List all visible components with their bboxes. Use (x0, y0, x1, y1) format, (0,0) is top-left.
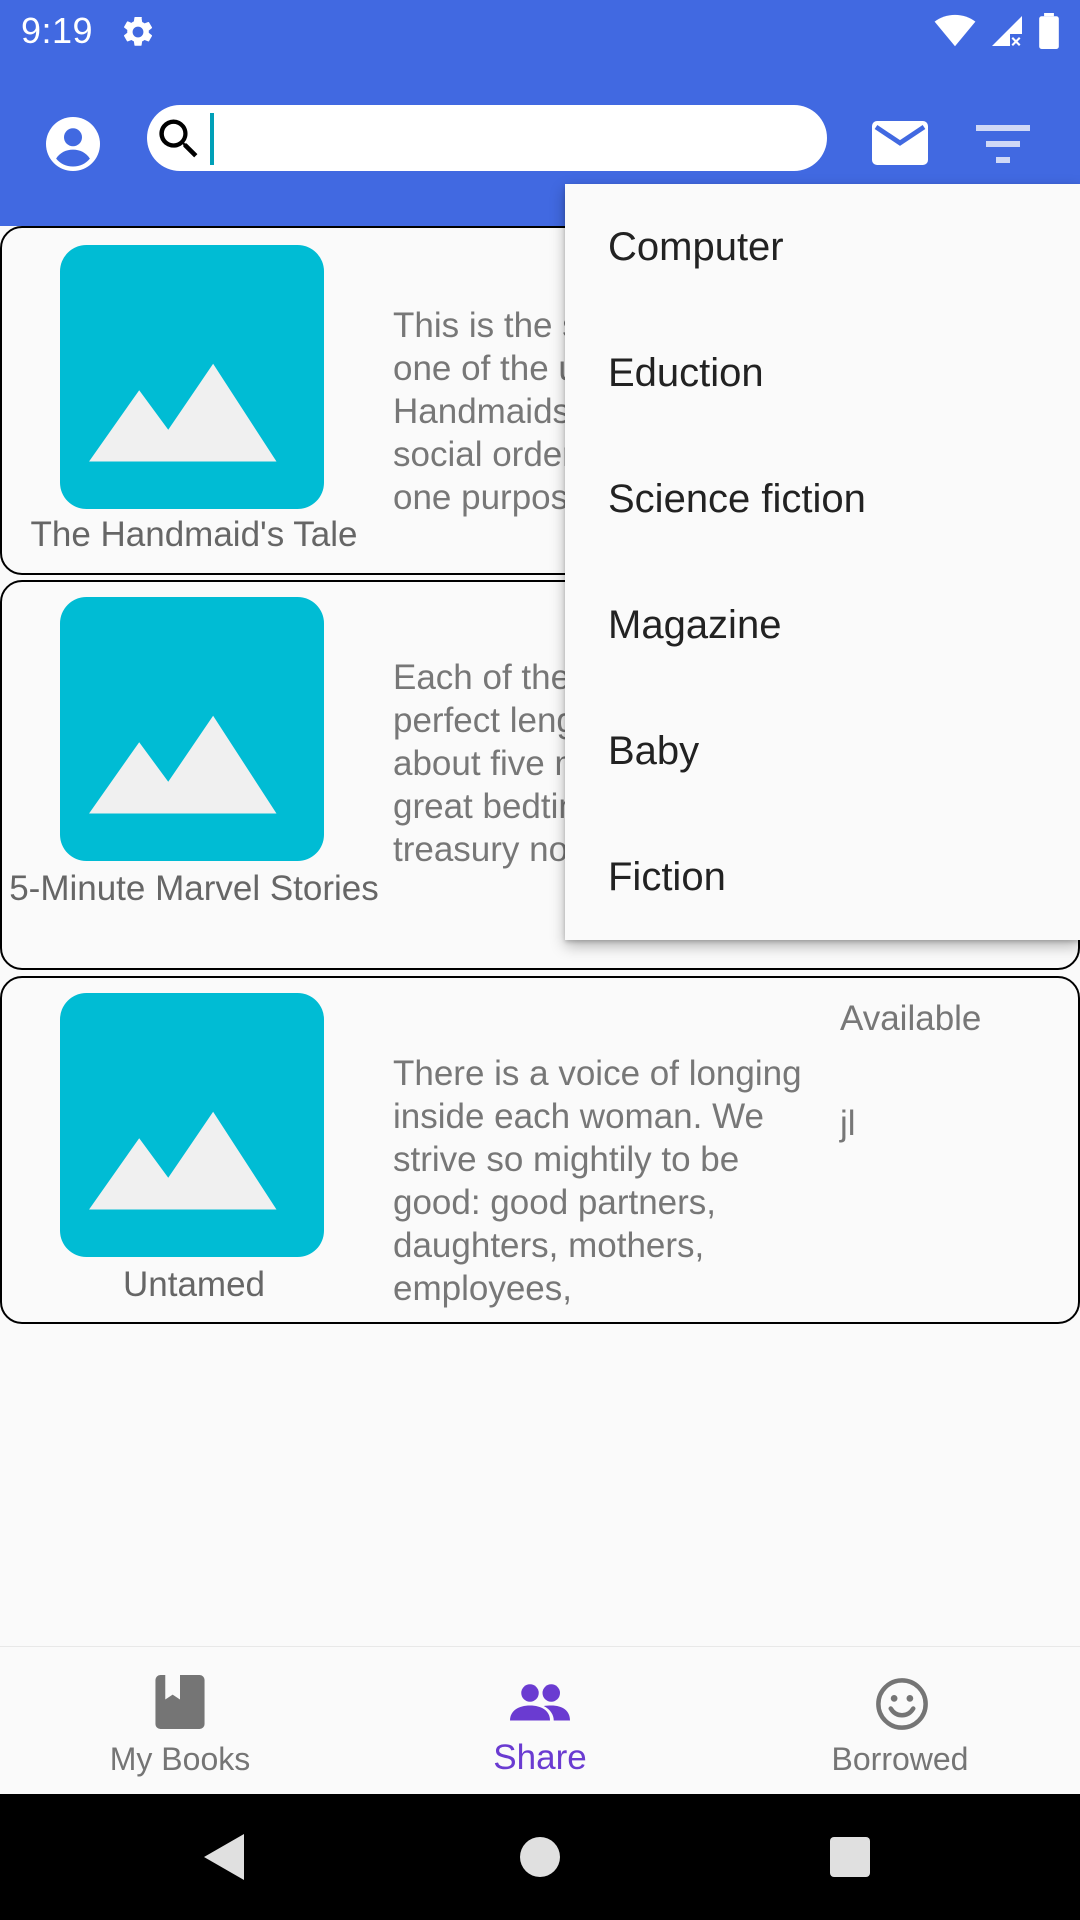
book-owner: jl (840, 1104, 856, 1143)
home-icon[interactable] (520, 1837, 560, 1877)
book-icon (155, 1675, 205, 1729)
battery-icon (1039, 13, 1059, 49)
book-description: There is a voice of longing inside each … (393, 1054, 802, 1308)
nav-item-borrowed[interactable]: Borrowed (720, 1647, 1080, 1795)
image-placeholder-icon (60, 597, 324, 861)
menu-item-magazine[interactable]: Magazine (565, 562, 1080, 688)
book-title: 5-Minute Marvel Stories (9, 869, 379, 908)
nav-item-my-books[interactable]: My Books (0, 1647, 360, 1795)
signal-icon (992, 16, 1022, 46)
account-icon[interactable] (46, 117, 100, 171)
bottom-navigation: My Books Share Borrowed (0, 1646, 1080, 1794)
search-bar[interactable] (147, 105, 827, 171)
book-title: Untamed (122, 1265, 266, 1304)
system-icons (934, 12, 1060, 50)
nav-label: Borrowed (831, 1741, 969, 1777)
image-placeholder-icon (60, 245, 324, 509)
nav-label: Share (493, 1738, 587, 1777)
menu-item-computer[interactable]: Computer (565, 184, 1080, 310)
search-icon[interactable] (153, 113, 205, 165)
menu-item-baby[interactable]: Baby (565, 688, 1080, 814)
system-navigation-bar (0, 1794, 1080, 1920)
status-bar: 9:19 (0, 0, 1080, 63)
recents-icon[interactable] (830, 1837, 870, 1877)
filter-icon[interactable] (976, 121, 1030, 165)
people-icon (510, 1684, 570, 1721)
status-time: 9:19 (21, 10, 94, 51)
smiley-icon (876, 1678, 928, 1730)
menu-item-eduction[interactable]: Eduction (565, 310, 1080, 436)
back-icon[interactable] (204, 1834, 244, 1880)
wifi-icon (934, 14, 976, 47)
book-status: Available (840, 999, 982, 1038)
settings-icon (124, 16, 153, 46)
book-title: The Handmaid's Tale (30, 515, 358, 554)
filter-dropdown-menu: Computer Eduction Science fiction Magazi… (565, 184, 1080, 940)
mail-icon[interactable] (872, 121, 928, 165)
nav-item-share[interactable]: Share (360, 1647, 720, 1795)
book-card[interactable]: Untamed There is a voice of longing insi… (0, 976, 1080, 1324)
nav-label: My Books (109, 1741, 251, 1777)
image-placeholder-icon (60, 993, 324, 1257)
search-input[interactable] (209, 113, 809, 163)
menu-item-science-fiction[interactable]: Science fiction (565, 436, 1080, 562)
menu-item-fiction[interactable]: Fiction (565, 814, 1080, 940)
